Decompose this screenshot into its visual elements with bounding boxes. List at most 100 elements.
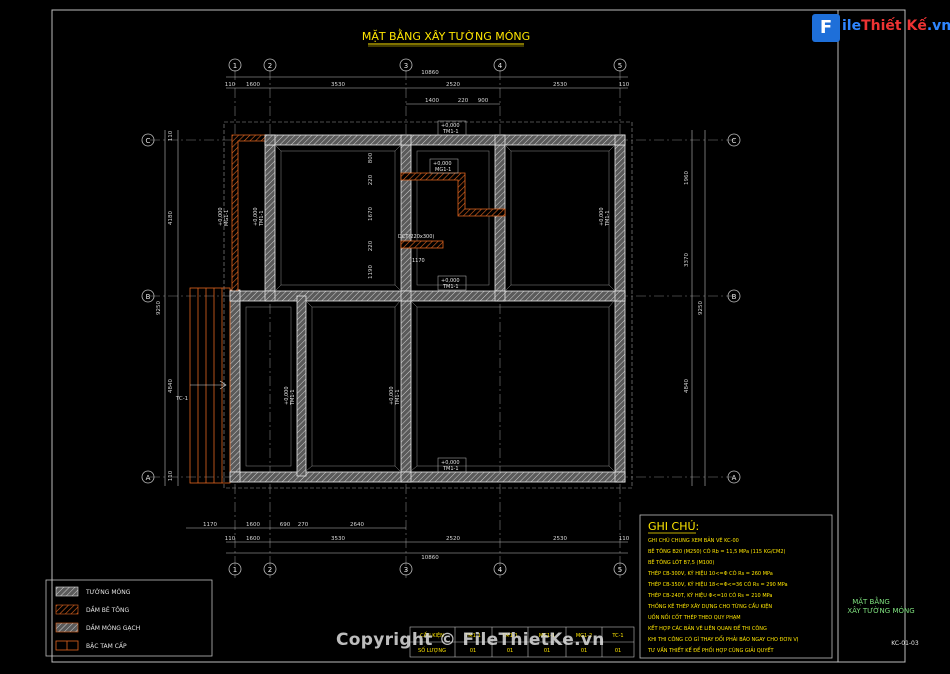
- wall-axis-5: [614, 134, 626, 483]
- titleblock-name-1: MẶT BẰNG: [852, 596, 890, 606]
- grid-right-b: B: [732, 293, 737, 301]
- note-2: BÊ TÔNG LÓT B7,5 (M100): [648, 558, 714, 566]
- dim-left-0: 110: [168, 130, 174, 141]
- dim-bot-total: 10860: [421, 555, 439, 561]
- dim-inner-v0: 800: [368, 152, 374, 163]
- grid-left-b: B: [146, 293, 151, 301]
- wall-axis-2: [264, 134, 276, 301]
- dim-inner-0: 1400: [425, 98, 439, 104]
- dim-top-0: 110: [225, 82, 236, 88]
- grid-bottom-1: 1: [233, 566, 237, 574]
- note-6: THỐNG KÊ THÉP XÂY DỰNG CHO TỪNG CẤU KIỆN: [647, 602, 772, 610]
- dim-right-3: 4840: [684, 379, 690, 393]
- grid-right-c: C: [732, 137, 737, 145]
- dim-top-4: 2530: [553, 82, 567, 88]
- legend-swatch-wall: [55, 586, 79, 597]
- note-10: TƯ VẤN THIẾT KẾ ĐỂ PHỐI HỢP CÙNG GIẢI QU…: [647, 646, 775, 654]
- logo-text: ileThiết Kế.vn: [842, 18, 950, 34]
- dim-top-1: 1600: [246, 82, 260, 88]
- dim-right-2: 9250: [698, 301, 704, 315]
- dim-top-5: 110: [619, 82, 630, 88]
- grid-top-1: 1: [233, 62, 237, 70]
- tm-label-mid-2: TM1-1: [442, 284, 459, 290]
- grid-bottom-5: 5: [618, 566, 622, 574]
- wall-axis-c: [264, 134, 626, 146]
- label-tm-left-b: TM1-1: [259, 210, 265, 227]
- logo-text-a: ile: [842, 18, 862, 34]
- titleblock-name-2: XÂY TƯỜNG MÓNG: [847, 606, 914, 615]
- dim-left-4: 110: [168, 470, 174, 481]
- legend-label-step: BẬC TAM CẤP: [86, 642, 127, 650]
- copyright-watermark: Copyright © FileThietKe.vn: [336, 630, 605, 650]
- note-0: GHI CHÚ CHUNG XEM BẢN VẼ KC-00: [648, 536, 739, 544]
- logo-text-d: .vn: [926, 18, 950, 34]
- grid-bottom-3: 3: [404, 566, 408, 574]
- dim-inner-v2: 1670: [368, 207, 374, 221]
- dim-left-3: 4840: [168, 379, 174, 393]
- label-dct: DCT(220x300): [398, 234, 434, 240]
- dim-inner-v1: 220: [368, 174, 374, 185]
- legend: TƯỜNG MÓNG DẦM BÊ TÔNG DẦM MÓNG GẠCH BẬC…: [45, 579, 213, 657]
- note-3: THÉP CB-300V, KÝ HIỆU 10<=Φ CÓ Rs = 260 …: [647, 569, 773, 577]
- logo-text-b: Thiết: [861, 18, 902, 34]
- wall-axis-1: [229, 289, 241, 483]
- dim-bot-b5: 110: [619, 536, 630, 542]
- dim-top-2: 3530: [331, 82, 345, 88]
- sched-h4: TC-1: [611, 633, 623, 639]
- grid-top-4: 4: [498, 62, 503, 70]
- grid-top-3: 3: [404, 62, 408, 70]
- grid-bottom-2: 2: [268, 566, 272, 574]
- legend-label-wall: TƯỜNG MÓNG: [85, 589, 131, 596]
- notes-box: GHI CHÚ: GHI CHÚ CHUNG XEM BẢN VẼ KC-00 …: [639, 514, 833, 659]
- label-tm-int-b: TM1-1: [290, 389, 296, 406]
- note-8: KẾT HỢP CÁC BẢN VẼ LIÊN QUAN ĐỂ THI CÔNG: [648, 624, 767, 632]
- note-4: THÉP CB-350V, KÝ HIỆU 18<=Φ<=36 CÓ Rs = …: [647, 580, 788, 588]
- dim-bot-a0: 1170: [203, 522, 217, 528]
- dim-inner-2: 900: [478, 98, 489, 104]
- wall-axis-3: [400, 134, 412, 483]
- drawing-canvas: MẶT BẰNG XÂY TƯỜNG MÓNG 1 2 3 4 5 1 2 3 …: [45, 9, 919, 663]
- mg-label-2: MG1-1: [435, 167, 451, 173]
- notes-title: GHI CHÚ:: [648, 520, 699, 533]
- note-5: THÉP CB-240T, KÝ HIỆU Φ<=10 CÓ Rs = 210 …: [647, 591, 773, 599]
- titleblock-code: KC-01-03: [891, 640, 919, 647]
- dim-bot-a2: 690: [280, 522, 291, 528]
- dim-bot-b0: 110: [225, 536, 236, 542]
- dim-left-2: 9250: [156, 301, 162, 315]
- foundation-walls: [229, 134, 626, 483]
- note-7: UỐN NỐI CỐT THÉP THEO QUY PHẠM: [648, 613, 741, 621]
- label-mg12-b: MG1-1: [224, 210, 230, 226]
- dim-inner-1: 220: [458, 98, 469, 104]
- label-tc1: TC-1: [175, 396, 188, 402]
- label-1170: 1170: [412, 258, 425, 264]
- step-arrow: [190, 380, 227, 390]
- dim-bot-b2: 3530: [331, 536, 345, 542]
- dim-bot-b3: 2520: [446, 536, 460, 542]
- beam-dct: [400, 240, 444, 249]
- sched-r4: 01: [615, 648, 621, 654]
- dim-inner-v4: 1190: [368, 265, 374, 279]
- drawing-frame: [51, 9, 906, 663]
- label-tm-mid-b: TM1-1: [395, 389, 401, 406]
- grid-left-a: A: [146, 474, 151, 482]
- dim-bot-a4: 2640: [350, 522, 364, 528]
- wall-interior-a: [296, 295, 307, 477]
- note-1: BÊ TÔNG B20 (M250) CÓ Rb = 11,5 MPa (115…: [648, 547, 786, 555]
- drawing-title: MẶT BẰNG XÂY TƯỜNG MÓNG: [362, 29, 530, 43]
- logo-letter: F: [812, 14, 840, 42]
- wall-axis-a: [229, 471, 626, 483]
- dim-right-0: 1960: [684, 171, 690, 185]
- wall-axis-b: [229, 290, 626, 302]
- wall-axis-4: [494, 134, 506, 301]
- beam-mg1-1: [400, 172, 506, 217]
- filethietke-logo: F ileThiết Kế.vn: [812, 14, 950, 42]
- grid-left-c: C: [146, 137, 151, 145]
- dim-top-3: 2520: [446, 82, 460, 88]
- label-tm-right-b: TM1-1: [605, 210, 611, 227]
- dim-bot-a3: 270: [298, 522, 309, 528]
- dim-top-total: 10860: [421, 70, 439, 76]
- columns: [229, 134, 626, 483]
- legend-swatch-brick: [55, 622, 79, 633]
- legend-label-brick: DẦM MÓNG GẠCH: [86, 624, 140, 632]
- legend-swatch-beam: [55, 604, 79, 615]
